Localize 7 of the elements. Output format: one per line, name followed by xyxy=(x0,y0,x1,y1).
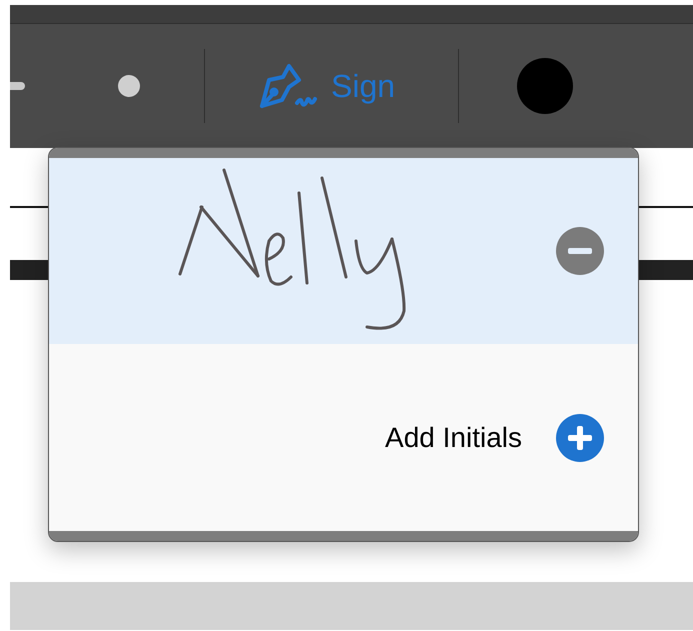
signature-item[interactable] xyxy=(49,158,638,344)
add-icon xyxy=(556,414,604,462)
pen-nib-icon xyxy=(259,63,317,109)
remove-icon[interactable] xyxy=(556,227,604,275)
dot-icon[interactable] xyxy=(118,75,140,97)
line-width-icon[interactable] xyxy=(10,82,25,90)
add-initials-button[interactable]: Add Initials xyxy=(385,414,604,462)
